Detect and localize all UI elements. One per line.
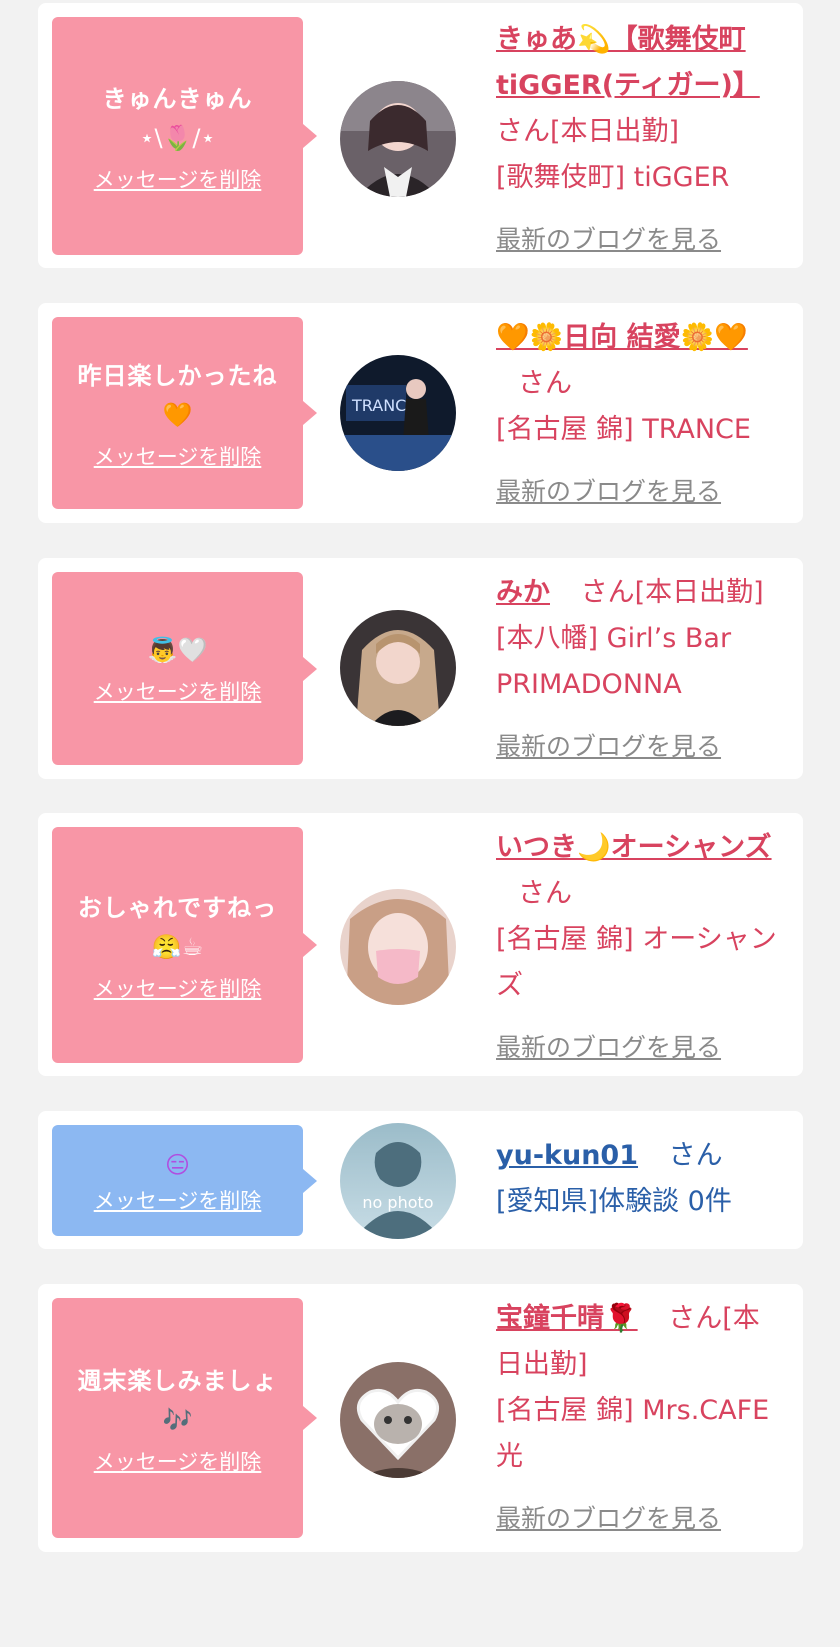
message-card: 😑 メッセージを削除 no photo yu-kun01 さん [愛知県]体験談… bbox=[38, 1111, 803, 1249]
cast-name-link[interactable]: いつき🌙オーシャンズ bbox=[496, 832, 772, 863]
message-text: 週末楽しみましょ bbox=[77, 1367, 278, 1395]
message-emoji: ⋆\🌷/⋆ bbox=[139, 124, 216, 152]
cast-info: みか さん[本日出勤] [本八幡] Girl’s Bar PRIMADONNA … bbox=[496, 570, 786, 770]
message-bubble: 👼🤍 メッセージを削除 bbox=[52, 572, 317, 765]
avatar-no-photo[interactable]: no photo bbox=[340, 1123, 456, 1239]
user-review-count: [愛知県]体験談 0件 bbox=[496, 1186, 732, 1217]
message-emoji: 😤☕ bbox=[151, 933, 204, 961]
svg-text:TRANC: TRANC bbox=[351, 396, 406, 415]
message-list: きゅんきゅん ⋆\🌷/⋆ メッセージを削除 きゅあ💫【歌舞伎町tiGGER(ティ… bbox=[0, 0, 840, 1647]
message-emoji: 👼🤍 bbox=[147, 635, 208, 664]
cast-info: 🧡🌼日向 結愛🌼🧡 さん [名古屋 錦] TRANCE 最新のブログを見る bbox=[496, 315, 786, 515]
avatar[interactable]: TRANC bbox=[340, 355, 456, 471]
message-bubble: おしゃれですねっ 😤☕ メッセージを削除 bbox=[52, 827, 317, 1063]
no-photo-label: no photo bbox=[362, 1193, 434, 1212]
avatar-photo-icon bbox=[340, 889, 456, 1005]
cast-name-link[interactable]: きゅあ💫【歌舞伎町tiGGER(ティガー)】 bbox=[496, 24, 760, 101]
avatar[interactable] bbox=[340, 610, 456, 726]
shop-name: [名古屋 錦] オーシャンズ bbox=[496, 924, 777, 1001]
delete-message-link[interactable]: メッセージを削除 bbox=[94, 441, 262, 471]
message-bubble: 週末楽しみましょ 🎶 メッセージを削除 bbox=[52, 1298, 317, 1538]
user-name-link[interactable]: yu-kun01 bbox=[496, 1140, 638, 1171]
delete-message-link[interactable]: メッセージを削除 bbox=[94, 164, 262, 194]
delete-message-link[interactable]: メッセージを削除 bbox=[94, 676, 262, 706]
avatar-photo-icon bbox=[340, 1362, 456, 1478]
message-emoji: 🎶 bbox=[162, 1406, 193, 1434]
cast-status: さん[本日出勤] bbox=[580, 577, 764, 608]
avatar[interactable] bbox=[340, 889, 456, 1005]
latest-blog-link[interactable]: 最新のブログを見る bbox=[496, 1496, 786, 1542]
delete-message-link[interactable]: メッセージを削除 bbox=[94, 1185, 262, 1215]
message-bubble: 昨日楽しかったね 🧡 メッセージを削除 bbox=[52, 317, 317, 509]
message-emoji: 😑 bbox=[164, 1150, 191, 1179]
message-bubble: 😑 メッセージを削除 bbox=[52, 1125, 317, 1236]
avatar-photo-icon bbox=[340, 610, 456, 726]
cast-info: きゅあ💫【歌舞伎町tiGGER(ティガー)】 さん[本日出勤] [歌舞伎町] t… bbox=[496, 17, 786, 263]
cast-name-link[interactable]: 🧡🌼日向 結愛🌼🧡 bbox=[496, 322, 748, 353]
user-suffix: さん bbox=[668, 1140, 723, 1171]
message-card: 昨日楽しかったね 🧡 メッセージを削除 TRANC 🧡🌼日向 結愛🌼🧡 さん [… bbox=[38, 303, 803, 523]
latest-blog-link[interactable]: 最新のブログを見る bbox=[496, 217, 786, 263]
message-emoji: 🧡 bbox=[162, 401, 193, 429]
shop-name: [名古屋 錦] TRANCE bbox=[496, 414, 751, 445]
shop-name: [本八幡] Girl’s Bar PRIMADONNA bbox=[496, 623, 732, 700]
message-card: きゅんきゅん ⋆\🌷/⋆ メッセージを削除 きゅあ💫【歌舞伎町tiGGER(ティ… bbox=[38, 3, 803, 268]
shop-name: [歌舞伎町] tiGGER bbox=[496, 162, 730, 193]
delete-message-link[interactable]: メッセージを削除 bbox=[94, 973, 262, 1003]
latest-blog-link[interactable]: 最新のブログを見る bbox=[496, 469, 786, 515]
cast-name-link[interactable]: みか bbox=[496, 577, 550, 608]
no-photo-icon bbox=[340, 1123, 456, 1239]
message-text: きゅんきゅん bbox=[102, 85, 253, 113]
message-card: 週末楽しみましょ 🎶 メッセージを削除 宝鐘千晴🌹 さん[本日出勤] [名古屋 … bbox=[38, 1284, 803, 1552]
cast-info: いつき🌙オーシャンズ さん [名古屋 錦] オーシャンズ 最新のブログを見る bbox=[496, 825, 786, 1071]
message-card: おしゃれですねっ 😤☕ メッセージを削除 いつき🌙オーシャンズ さん [名古屋 … bbox=[38, 813, 803, 1076]
message-text: 昨日楽しかったね bbox=[77, 362, 278, 390]
user-info: yu-kun01 さん [愛知県]体験談 0件 bbox=[496, 1133, 786, 1225]
avatar[interactable] bbox=[340, 1362, 456, 1478]
cast-name-link[interactable]: 宝鐘千晴🌹 bbox=[496, 1303, 638, 1334]
cast-info: 宝鐘千晴🌹 さん[本日出勤] [名古屋 錦] Mrs.CAFE 光 最新のブログ… bbox=[496, 1296, 786, 1542]
message-bubble: きゅんきゅん ⋆\🌷/⋆ メッセージを削除 bbox=[52, 17, 317, 255]
avatar-photo-icon bbox=[340, 81, 456, 197]
message-card: 👼🤍 メッセージを削除 みか さん[本日出勤] [本八幡] Girl’s Bar… bbox=[38, 558, 803, 779]
cast-status: さん bbox=[518, 878, 572, 909]
avatar-photo-icon: TRANC bbox=[340, 355, 456, 471]
cast-status: さん[本日出勤] bbox=[496, 116, 680, 147]
latest-blog-link[interactable]: 最新のブログを見る bbox=[496, 724, 786, 770]
cast-status: さん bbox=[518, 368, 572, 399]
latest-blog-link[interactable]: 最新のブログを見る bbox=[496, 1025, 786, 1071]
shop-name: [名古屋 錦] Mrs.CAFE 光 bbox=[496, 1395, 770, 1472]
message-text: おしゃれですねっ bbox=[77, 894, 278, 922]
avatar[interactable] bbox=[340, 81, 456, 197]
delete-message-link[interactable]: メッセージを削除 bbox=[94, 1446, 262, 1476]
